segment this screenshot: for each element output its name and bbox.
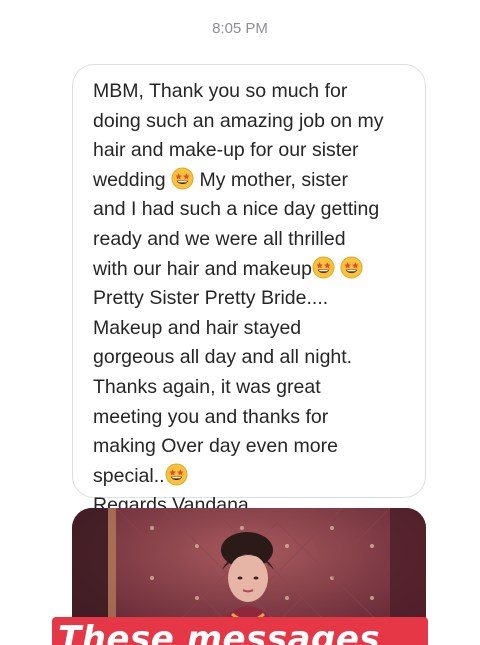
message-line-14: special.. <box>93 462 409 492</box>
message-line-14-text: special.. <box>93 464 165 487</box>
message-line-8: Pretty Sister Pretty Bride.... <box>93 287 329 310</box>
caption-banner-text: These messages <box>58 619 381 645</box>
message-line-5: and I had such a nice day getting <box>93 198 380 221</box>
message-line-4-text-a: wedding <box>93 168 166 191</box>
message-line-3: hair and make-up for our sister <box>93 139 359 162</box>
message-line-6: ready and we were all thrilled <box>93 227 346 250</box>
dm-thread-screen: 8:05 PM MBM, Thank you so much for doing… <box>0 0 480 645</box>
star-struck-emoji-icon <box>312 256 335 279</box>
star-struck-emoji-icon <box>171 167 194 190</box>
message-line-2: doing such an amazing job on my <box>93 109 384 132</box>
message-line-10: gorgeous all day and all night. <box>93 346 353 369</box>
message-line-7-text: with our hair and makeup <box>93 257 312 280</box>
message-line-12: meeting you and thanks for <box>93 405 329 428</box>
message-line-1: MBM, Thank you so much for <box>93 80 348 102</box>
message-line-9: Makeup and hair stayed <box>93 316 302 339</box>
message-line-4: wedding My mother, sister <box>93 166 409 196</box>
received-message-bubble[interactable]: MBM, Thank you so much for doing such an… <box>72 64 426 516</box>
message-line-11: Thanks again, it was great <box>93 375 321 398</box>
star-struck-emoji-icon <box>340 256 363 279</box>
message-line-7: with our hair and makeup <box>93 255 409 285</box>
star-struck-emoji-icon <box>165 463 188 486</box>
message-line-4-text-b: My mother, sister <box>199 168 348 191</box>
message-timestamp: 8:05 PM <box>212 20 268 37</box>
message-line-13: making Over day even more <box>93 435 338 458</box>
caption-banner: These messages <box>52 617 428 645</box>
